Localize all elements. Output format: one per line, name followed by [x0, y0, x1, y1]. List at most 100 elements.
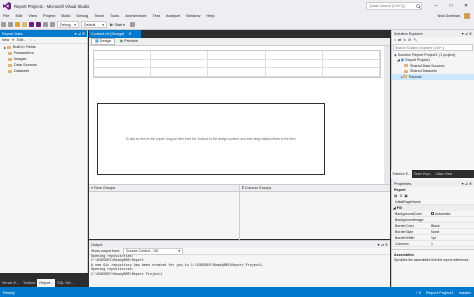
toolbar-extra-icon[interactable] — [129, 22, 135, 27]
property-value[interactable]: Automatic — [430, 211, 474, 216]
refresh-icon[interactable]: ↻ — [403, 38, 406, 42]
property-row[interactable]: Columns 1 — [392, 241, 474, 247]
open-folder-icon[interactable] — [22, 22, 27, 27]
home-icon[interactable]: ⌂ — [394, 38, 396, 42]
redo-icon[interactable] — [50, 22, 55, 27]
output-source-select[interactable]: Source Control - Git ▾ — [123, 247, 184, 255]
output-toolbar: Show output from: Source Control - Git ▾ — [89, 247, 390, 255]
output-line: C:\D365DEV\ReadyBMS\Report Project1 — [91, 272, 163, 277]
grid-cell — [322, 68, 380, 77]
properties-object: Report — [394, 188, 406, 192]
tab-report-data[interactable]: Report... — [37, 279, 56, 287]
menu-help[interactable]: Help — [203, 12, 217, 20]
expand-icon[interactable]: ◢ — [397, 58, 400, 62]
menu-debug[interactable]: Debug — [73, 12, 91, 20]
tab-preview[interactable]: ▶ Preview — [117, 38, 140, 45]
menu-architecture[interactable]: Architecture — [122, 12, 149, 20]
report-data-header: Report Data ▾ ⊿ ✕ — [0, 30, 87, 37]
minimize-button[interactable]: – — [430, 1, 442, 11]
move-up-icon[interactable]: ↑ — [29, 38, 31, 42]
save-icon[interactable] — [29, 22, 34, 27]
alphabetical-icon[interactable]: ⇅ — [399, 194, 402, 198]
page-header-grid[interactable] — [93, 50, 381, 78]
vertical-scrollbar[interactable] — [384, 46, 390, 184]
property-description-text: Specifies the assemblies that the report… — [394, 258, 470, 262]
maximize-button[interactable]: □ — [445, 1, 457, 11]
property-value[interactable]: 1pt — [430, 236, 474, 240]
property-value[interactable]: Black — [430, 224, 474, 228]
tree-item-label: Datasets — [14, 69, 29, 73]
tab-class-view[interactable]: Class View — [434, 170, 454, 178]
categorized-icon[interactable]: ▤ — [394, 194, 397, 198]
menu-team[interactable]: Team — [91, 12, 107, 20]
tab-toolbox[interactable]: Toolbox — [21, 279, 37, 287]
tab-sql-server[interactable]: SQL Ser... — [55, 279, 75, 287]
pending-changes[interactable]: ↑ 0 — [416, 290, 421, 295]
property-value[interactable]: None — [430, 230, 474, 234]
move-down-icon[interactable]: ↓ — [34, 38, 36, 42]
tree-item-label: Parameters — [14, 51, 34, 55]
branch-name[interactable]: master — [459, 290, 471, 295]
new-button[interactable]: New — [2, 38, 9, 42]
pin-icon[interactable]: ▾ ⊿ ✕ — [75, 31, 87, 36]
property-name: Columns — [395, 241, 409, 246]
tab-design[interactable]: ▦ Design — [91, 38, 116, 45]
tab-contact-rdl[interactable]: Contact.rdl [Design] ✕ — [89, 30, 141, 38]
configuration-select[interactable]: Debug ▾ — [57, 21, 79, 28]
grid-cell — [151, 51, 209, 60]
edit-button[interactable]: Edit... — [17, 38, 26, 42]
property-pages-icon[interactable]: ▣ — [404, 194, 407, 198]
report-data-title: Report Data — [2, 31, 23, 36]
menu-file[interactable]: File — [0, 12, 12, 20]
back-icon[interactable] — [1, 22, 6, 27]
menu-project[interactable]: Project — [40, 12, 58, 20]
menu-analyze[interactable]: Analyze — [163, 12, 183, 20]
close-icon[interactable]: ✕ — [128, 32, 131, 36]
menu-test[interactable]: Test — [150, 12, 163, 20]
collapse-icon[interactable]: ◢ — [393, 206, 396, 210]
new-project-icon[interactable] — [15, 22, 20, 27]
pin-icon[interactable]: ▾ ⊿ ✕ — [462, 31, 474, 36]
close-window-button[interactable]: ✕ — [460, 1, 472, 11]
solution-search-input[interactable]: Search Solution Explorer (Ctrl+;) — [393, 44, 473, 51]
menu-build[interactable]: Build — [58, 12, 73, 20]
property-value[interactable]: 1 — [430, 242, 474, 246]
tab-server-explorer[interactable]: Server E... — [0, 279, 21, 287]
forward-icon[interactable] — [8, 22, 13, 27]
property-value-text: Automatic — [435, 211, 451, 216]
platform-select[interactable]: Default ▾ — [81, 21, 107, 28]
repository-name[interactable]: Report Project1 — [426, 290, 454, 295]
user-name[interactable]: Nick Doelman — [438, 12, 460, 20]
menu-edit[interactable]: Edit — [12, 12, 25, 20]
avatar[interactable] — [464, 13, 470, 19]
report-body[interactable]: To add an item to the report: drag an it… — [97, 103, 325, 175]
save-all-icon[interactable] — [36, 22, 41, 27]
folder-item[interactable]: ▸ Reports — [392, 74, 474, 80]
tab-team-explorer[interactable]: Team Expl... — [412, 170, 434, 178]
chevron-down-icon[interactable]: ▾ — [12, 38, 14, 42]
grid-cell — [208, 59, 266, 69]
menu-view[interactable]: View — [25, 12, 40, 20]
pin-icon[interactable]: ▾ ⊿ ✕ — [462, 181, 474, 186]
quick-launch-input[interactable]: Quick Launch (Ctrl+Q) — [366, 2, 422, 10]
expand-icon[interactable]: ▸ — [4, 45, 6, 50]
chevron-down-icon: ▾ — [74, 22, 76, 27]
property-name: BackgroundImage — [395, 217, 424, 222]
property-name: BorderWidth — [395, 235, 415, 240]
column-groups-icon: ⦀ — [242, 186, 244, 190]
properties-title: Properties — [394, 181, 412, 186]
folder-icon — [8, 63, 12, 67]
start-button[interactable]: ▶ Start ▾ — [108, 22, 127, 28]
collapse-icon[interactable]: ⊟ — [408, 38, 411, 42]
solution-explorer-panel: Solution Explorer ▾ ⊿ ✕ ⌂ ⇄ ↻ ⊟ 🔧 Search… — [391, 30, 474, 180]
solution-icon: ◈ — [394, 52, 397, 57]
menu-tools[interactable]: Tools — [107, 12, 122, 20]
sync-icon[interactable]: ⇄ — [398, 38, 401, 42]
tree-item[interactable]: Datasets — [0, 68, 87, 74]
menu-bar: File Edit View Project Build Debug Team … — [0, 12, 474, 20]
menu-window[interactable]: Window — [183, 12, 203, 20]
properties-icon[interactable]: 🔧 — [413, 38, 417, 42]
pin-icon[interactable]: ▾ ⊿ ✕ — [378, 242, 390, 247]
undo-icon[interactable] — [43, 22, 48, 27]
tab-solution-explorer[interactable]: Solution E... — [391, 170, 413, 178]
